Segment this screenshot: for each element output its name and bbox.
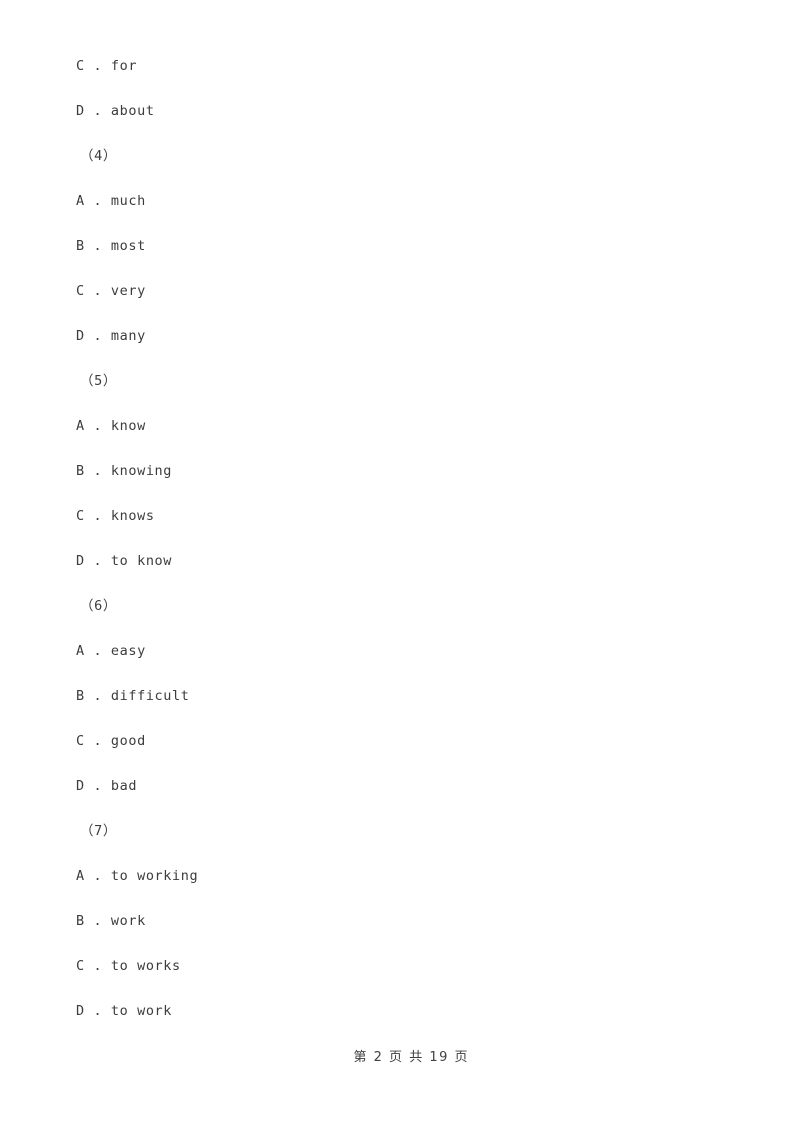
option-row[interactable]: C . to works	[0, 944, 800, 989]
option-row[interactable]: C . for	[0, 44, 800, 89]
option-letter: A	[76, 643, 85, 659]
option-row[interactable]: D . about	[0, 89, 800, 134]
question-number: （7）	[80, 823, 117, 839]
option-text: knows	[110, 508, 155, 524]
option-letter: C	[76, 283, 85, 299]
option-separator: .	[84, 868, 111, 884]
question-block: （5） A . know B . knowing C . knows D . to kn…	[0, 359, 800, 584]
option-letter: D	[76, 103, 85, 119]
option-letter: D	[76, 328, 85, 344]
option-text: many	[110, 328, 146, 344]
question-block: （6） A . easy B . difficult C . good D . bad	[0, 584, 800, 809]
option-row[interactable]: A . know	[0, 404, 800, 449]
option-row[interactable]: A . to working	[0, 854, 800, 899]
option-text: about	[110, 103, 155, 119]
option-row[interactable]: D . to work	[0, 989, 800, 1034]
option-letter: C	[76, 508, 85, 524]
option-separator: .	[84, 463, 111, 479]
question-number: （4）	[80, 148, 117, 164]
option-text: much	[110, 193, 146, 209]
option-letter: D	[76, 1003, 85, 1019]
option-row[interactable]: D . to know	[0, 539, 800, 584]
question-number: （5）	[80, 373, 117, 389]
footer-page-unit-2: 页	[454, 1050, 470, 1065]
option-text: bad	[110, 778, 138, 794]
option-letter: B	[76, 463, 85, 479]
option-text: very	[110, 283, 146, 299]
option-separator: .	[84, 418, 111, 434]
option-text: to works	[110, 958, 181, 974]
option-letter: A	[76, 193, 85, 209]
option-separator: .	[84, 778, 111, 794]
option-row[interactable]: C . knows	[0, 494, 800, 539]
option-letter: C	[76, 58, 85, 74]
option-row[interactable]: B . work	[0, 899, 800, 944]
option-text: know	[110, 418, 146, 434]
question-block: （4） A . much B . most C . very D . many	[0, 134, 800, 359]
option-text: to working	[110, 868, 199, 884]
option-text: to know	[110, 553, 173, 569]
question-number: （6）	[80, 598, 117, 614]
option-row[interactable]: D . many	[0, 314, 800, 359]
option-separator: .	[84, 913, 111, 929]
option-text: knowing	[110, 463, 173, 479]
option-separator: .	[84, 238, 111, 254]
option-text: easy	[110, 643, 146, 659]
top-spacer	[0, 0, 800, 44]
option-continuation-block: C . for D . about	[0, 44, 800, 134]
option-separator: .	[84, 58, 111, 74]
option-row[interactable]: B . most	[0, 224, 800, 269]
option-separator: .	[84, 508, 111, 524]
option-separator: .	[84, 1003, 111, 1019]
footer-total-pages: 19	[429, 1050, 449, 1065]
option-row[interactable]: A . much	[0, 179, 800, 224]
footer-page-unit-1: 页	[389, 1050, 404, 1065]
option-letter: D	[76, 778, 85, 794]
option-text: most	[110, 238, 146, 254]
option-text: work	[110, 913, 146, 929]
option-separator: .	[84, 193, 111, 209]
question-block: （7） A . to working B . work C . to works D .…	[0, 809, 800, 1034]
page-content: C . for D . about （4） A . much B . most C . v…	[0, 0, 800, 1034]
option-separator: .	[84, 733, 111, 749]
footer-current-page: 2	[373, 1050, 384, 1065]
option-letter: B	[76, 913, 85, 929]
option-text: to work	[110, 1003, 173, 1019]
option-row[interactable]: B . difficult	[0, 674, 800, 719]
option-separator: .	[84, 328, 111, 344]
option-letter: C	[76, 958, 85, 974]
option-text: for	[110, 58, 138, 74]
option-separator: .	[84, 553, 111, 569]
option-row[interactable]: C . good	[0, 719, 800, 764]
option-letter: A	[76, 868, 85, 884]
option-letter: B	[76, 688, 85, 704]
option-separator: .	[84, 283, 111, 299]
option-letter: A	[76, 418, 85, 434]
option-text: difficult	[110, 688, 190, 704]
option-separator: .	[84, 643, 111, 659]
option-row[interactable]: B . knowing	[0, 449, 800, 494]
option-letter: D	[76, 553, 85, 569]
page-footer: 第 2 页 共 19 页	[0, 1031, 800, 1080]
option-letter: C	[76, 733, 85, 749]
option-row[interactable]: D . bad	[0, 764, 800, 809]
option-separator: .	[84, 958, 111, 974]
option-row[interactable]: C . very	[0, 269, 800, 314]
option-separator: .	[84, 103, 111, 119]
option-separator: .	[84, 688, 111, 704]
option-text: good	[110, 733, 146, 749]
option-letter: B	[76, 238, 85, 254]
footer-prefix: 第	[353, 1050, 368, 1065]
document-page: C . for D . about （4） A . much B . most C . v…	[0, 0, 800, 1132]
footer-joiner: 共	[409, 1050, 424, 1065]
option-row[interactable]: A . easy	[0, 629, 800, 674]
